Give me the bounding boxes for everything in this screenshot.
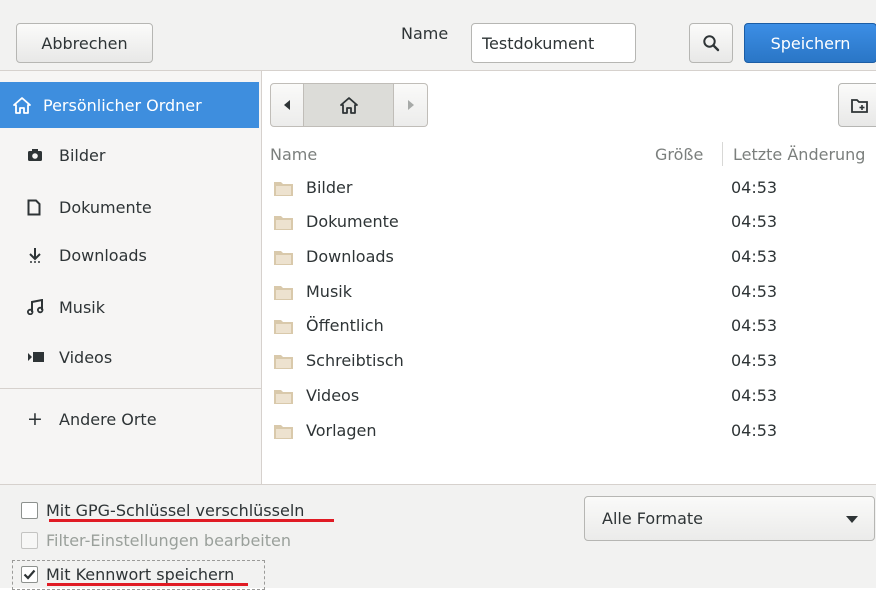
gpg-encrypt-checkbox[interactable] [21, 502, 38, 519]
column-header-size[interactable]: Größe [655, 145, 703, 164]
home-icon [13, 96, 37, 114]
file-name: Bilder [306, 178, 353, 197]
path-forward-button[interactable] [394, 83, 428, 127]
home-icon [339, 96, 358, 114]
sidebar-item-label: Videos [59, 347, 113, 367]
folder-templates-icon [274, 425, 293, 439]
file-modified: 04:53 [731, 212, 778, 231]
sidebar-item-videos[interactable]: Videos [0, 334, 261, 380]
path-bar [270, 83, 428, 127]
file-row[interactable]: Dokumente 04:53 [261, 205, 876, 240]
sidebar-item-label: Dokumente [59, 197, 152, 217]
places-sidebar: Persönlicher Ordner Bilder Dokumente Dow… [0, 71, 262, 484]
chevron-down-icon [846, 516, 858, 523]
document-icon [27, 199, 51, 216]
sidebar-item-dokumente[interactable]: Dokumente [0, 184, 261, 230]
file-row[interactable]: Musik 04:53 [261, 275, 876, 310]
sidebar-item-bilder[interactable]: Bilder [0, 132, 261, 178]
file-name: Vorlagen [306, 421, 377, 440]
checkmark-icon [23, 569, 36, 580]
filename-input[interactable] [471, 23, 636, 63]
sidebar-item-label: Bilder [59, 145, 106, 165]
format-selected-value: Alle Formate [602, 509, 703, 528]
save-password-option[interactable]: Mit Kennwort speichern [21, 565, 234, 584]
file-modified: 04:53 [731, 247, 778, 266]
file-name: Dokumente [306, 212, 399, 231]
file-modified: 04:53 [731, 178, 778, 197]
filter-settings-label: Filter-Einstellungen bearbeiten [46, 531, 292, 550]
sidebar-item-label: Musik [59, 297, 105, 317]
file-name: Musik [306, 282, 352, 301]
file-modified: 04:53 [731, 421, 778, 440]
folder-videos-icon [274, 390, 293, 404]
folder-downloads-icon [274, 251, 293, 265]
new-folder-button[interactable] [838, 83, 876, 127]
gpg-encrypt-option[interactable]: Mit GPG-Schlüssel verschlüsseln [21, 501, 304, 520]
file-row[interactable]: Vorlagen 04:53 [261, 414, 876, 449]
plus-icon: + [27, 408, 43, 430]
search-icon [703, 35, 720, 52]
name-label: Name [401, 24, 449, 43]
annotation-underline [47, 583, 248, 586]
chevron-right-icon [407, 100, 414, 110]
path-home-button[interactable] [304, 83, 394, 127]
sidebar-item-label: Persönlicher Ordner [43, 95, 202, 115]
file-name: Videos [306, 386, 360, 405]
column-header-name[interactable]: Name [270, 145, 317, 164]
new-folder-icon [851, 98, 868, 113]
folder-music-icon [274, 286, 293, 300]
filter-settings-option: Filter-Einstellungen bearbeiten [21, 531, 291, 550]
file-modified: 04:53 [731, 316, 778, 335]
file-name: Schreibtisch [306, 351, 404, 370]
video-icon [27, 351, 51, 363]
file-modified: 04:53 [731, 386, 778, 405]
save-button[interactable]: Speichern [744, 23, 876, 63]
sidebar-item-home[interactable]: Persönlicher Ordner [0, 82, 259, 128]
file-modified: 04:53 [731, 282, 778, 301]
cancel-button-label: Abbrechen [41, 33, 128, 53]
folder-desktop-icon [274, 355, 293, 369]
folder-documents-icon [274, 216, 293, 230]
camera-icon [27, 148, 51, 162]
column-divider [722, 142, 723, 166]
file-row[interactable]: Videos 04:53 [261, 379, 876, 414]
save-password-label: Mit Kennwort speichern [46, 565, 235, 584]
format-dropdown[interactable]: Alle Formate [584, 496, 875, 541]
file-name: Öffentlich [306, 316, 384, 335]
save-password-checkbox[interactable] [21, 566, 38, 583]
download-icon [27, 247, 51, 263]
search-button[interactable] [689, 23, 733, 63]
sidebar-item-downloads[interactable]: Downloads [0, 232, 261, 278]
column-header-modified[interactable]: Letzte Änderung [733, 145, 865, 164]
annotation-underline [49, 519, 334, 522]
gpg-encrypt-label: Mit GPG-Schlüssel verschlüsseln [46, 501, 305, 520]
sidebar-item-label: Downloads [59, 245, 147, 265]
folder-pictures-icon [274, 182, 293, 196]
file-name: Downloads [306, 247, 394, 266]
header-bar: Abbrechen Name Speichern [0, 0, 876, 71]
music-icon [27, 299, 51, 315]
chevron-left-icon [284, 100, 290, 110]
file-row[interactable]: Öffentlich 04:53 [261, 309, 876, 344]
filter-settings-checkbox [21, 532, 38, 549]
sidebar-item-musik[interactable]: Musik [0, 284, 261, 330]
cancel-button[interactable]: Abbrechen [16, 23, 153, 63]
file-row[interactable]: Downloads 04:53 [261, 240, 876, 275]
file-row[interactable]: Bilder 04:53 [261, 171, 876, 206]
save-button-label: Speichern [770, 33, 851, 53]
folder-public-icon [274, 320, 293, 334]
path-back-button[interactable] [270, 83, 304, 127]
sidebar-divider [0, 388, 261, 389]
file-row[interactable]: Schreibtisch 04:53 [261, 344, 876, 379]
file-modified: 04:53 [731, 351, 778, 370]
sidebar-item-other-locations[interactable]: + Andere Orte [0, 396, 261, 442]
sidebar-item-label: Andere Orte [59, 409, 157, 429]
